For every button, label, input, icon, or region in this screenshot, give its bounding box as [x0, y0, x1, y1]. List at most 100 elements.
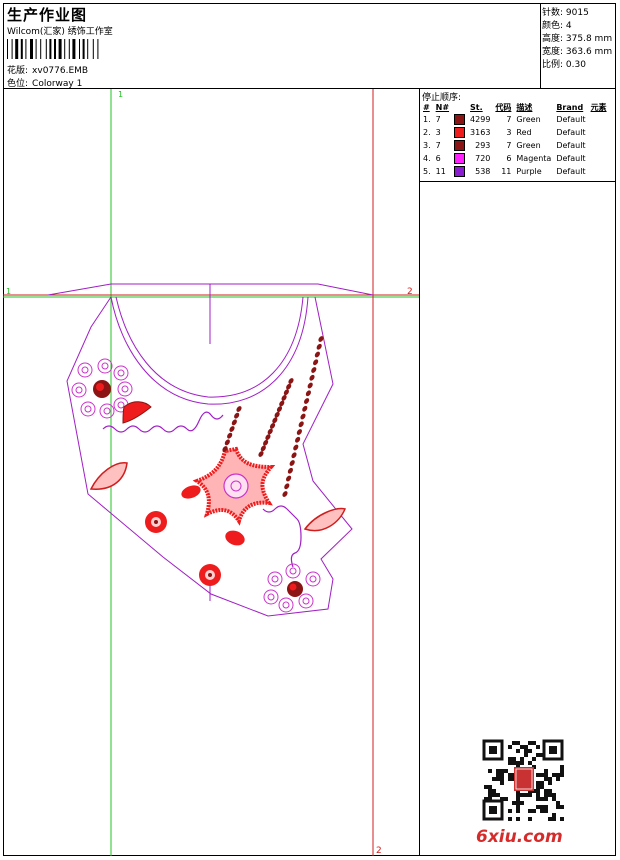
color-swatch — [452, 165, 468, 178]
stop-index: 2. — [423, 128, 431, 137]
stitch-count: 4299 — [470, 115, 491, 124]
thread-brand: Default — [556, 115, 586, 124]
header-panel: 生产作业图 Wilcom(汇家) 绣饰工作室 花版: xv0776.EMB 色位:… — [3, 3, 541, 89]
color-description: Magenta — [516, 154, 552, 163]
marker-2-bottom: 2 — [376, 846, 382, 856]
marker-1-top: 1 — [118, 90, 123, 99]
flower-bud-left — [181, 485, 201, 499]
table-row[interactable]: 3. 7 293 7 Green Default — [421, 139, 610, 152]
needle-number: 7 — [435, 115, 441, 124]
stat-label: 高度: — [542, 34, 564, 44]
panel-divider — [420, 181, 616, 182]
needle-number: 6 — [435, 154, 441, 163]
stop-index: 4. — [423, 154, 431, 163]
stat-scale: 比例: 0.30 — [542, 57, 586, 70]
small-flower-left — [145, 511, 167, 533]
stitch-count: 3163 — [470, 128, 491, 137]
right-rose-center — [289, 583, 297, 591]
column-header: 代码 — [495, 102, 512, 112]
stat-label: 颜色: — [542, 21, 564, 31]
color-code: 7 — [506, 141, 512, 150]
design-canvas[interactable]: 1 1 2 2 — [3, 89, 420, 856]
table-row[interactable]: 5. 11 538 11 Purple Default — [421, 165, 610, 178]
seal-stamp — [514, 767, 534, 791]
stat-value: 363.6 mm — [565, 47, 613, 57]
thread-color-swatch — [454, 140, 466, 151]
color-description: Green — [516, 141, 541, 150]
thread-color-swatch — [454, 114, 466, 125]
color-description: Red — [516, 128, 532, 137]
marker-2-right: 2 — [407, 287, 413, 297]
stop-index: 5. — [423, 167, 431, 176]
color-swatch — [452, 126, 468, 139]
color-code: 7 — [506, 115, 512, 124]
thread-brand: Default — [556, 167, 586, 176]
needle-number: 7 — [435, 141, 441, 150]
stat-value: 0.30 — [565, 60, 586, 70]
leaf-top-left — [122, 401, 152, 424]
stat-height: 高度: 375.8 mm — [542, 31, 612, 44]
stop-index: 3. — [423, 141, 431, 150]
thread-brand: Default — [556, 141, 586, 150]
element — [589, 165, 610, 178]
table-row[interactable]: 4. 6 720 6 Magenta Default — [421, 152, 610, 165]
stat-width: 宽度: 363.6 mm — [542, 44, 612, 57]
color-code: 3 — [506, 128, 512, 137]
colorway-name: Colorway 1 — [32, 79, 83, 89]
leaf-left — [89, 462, 128, 490]
qr-code[interactable] — [482, 739, 564, 821]
color-swatch — [452, 113, 468, 126]
color-description: Purple — [516, 167, 542, 176]
colorway-line: 色位: Colorway 1 — [7, 76, 82, 89]
needle-number: 11 — [435, 167, 446, 176]
stop-sequence-panel: 停止顺序: # N# St. 代码 描述 Brand 元素 1. 7 4299 7 Gr… — [420, 89, 616, 856]
stitch-count: 720 — [475, 154, 491, 163]
column-header: 元素 — [590, 102, 607, 112]
element — [589, 126, 610, 139]
barcode — [7, 39, 99, 59]
stat-value: 375.8 mm — [565, 34, 613, 44]
column-header: N# — [435, 102, 450, 112]
element — [589, 139, 610, 152]
colorway-label: 色位: — [7, 79, 29, 89]
stat-colors: 颜色: 4 — [542, 18, 572, 31]
column-header: 描述 — [516, 102, 533, 112]
stop-index: 1. — [423, 115, 431, 124]
color-swatch — [452, 139, 468, 152]
wavy-vine-left — [102, 411, 224, 433]
thread-brand: Default — [556, 128, 586, 137]
design-label: 花版: — [7, 66, 29, 76]
thread-brand: Default — [556, 154, 586, 163]
color-code: 11 — [501, 167, 512, 176]
stat-stitches: 针数: 9015 — [542, 5, 589, 18]
small-flower-bottom — [199, 564, 221, 586]
stitch-count: 538 — [475, 167, 491, 176]
column-header: Brand — [556, 102, 584, 112]
studio-name: Wilcom(汇家) 绣饰工作室 — [7, 27, 113, 37]
thread-color-swatch — [454, 127, 466, 138]
watermark-logo: 6xiu.com — [476, 827, 563, 847]
stat-value: 9015 — [565, 8, 589, 18]
marker-1-left: 1 — [6, 287, 11, 296]
element — [589, 152, 610, 165]
stop-sequence-table: # N# St. 代码 描述 Brand 元素 1. 7 4299 7 Green Def… — [421, 101, 610, 178]
design-file-line: 花版: xv0776.EMB — [7, 63, 88, 76]
stat-label: 宽度: — [542, 47, 564, 57]
column-header — [452, 101, 468, 113]
element — [589, 113, 610, 126]
table-header-row: # N# St. 代码 描述 Brand 元素 — [421, 101, 610, 113]
color-code: 6 — [506, 154, 512, 163]
column-header: # — [423, 102, 430, 112]
color-swatch — [452, 152, 468, 165]
sheet-title: 生产作业图 — [7, 6, 88, 24]
stat-value: 4 — [565, 21, 572, 31]
column-header: St. — [470, 102, 483, 112]
flower-bud-bottom — [225, 530, 245, 546]
color-description: Green — [516, 115, 541, 124]
table-row[interactable]: 2. 3 3163 3 Red Default — [421, 126, 610, 139]
thread-color-swatch — [454, 153, 466, 164]
main-flower — [192, 446, 276, 526]
table-row[interactable]: 1. 7 4299 7 Green Default — [421, 113, 610, 126]
thread-color-swatch — [454, 166, 466, 177]
wavy-vine-right — [262, 505, 302, 568]
